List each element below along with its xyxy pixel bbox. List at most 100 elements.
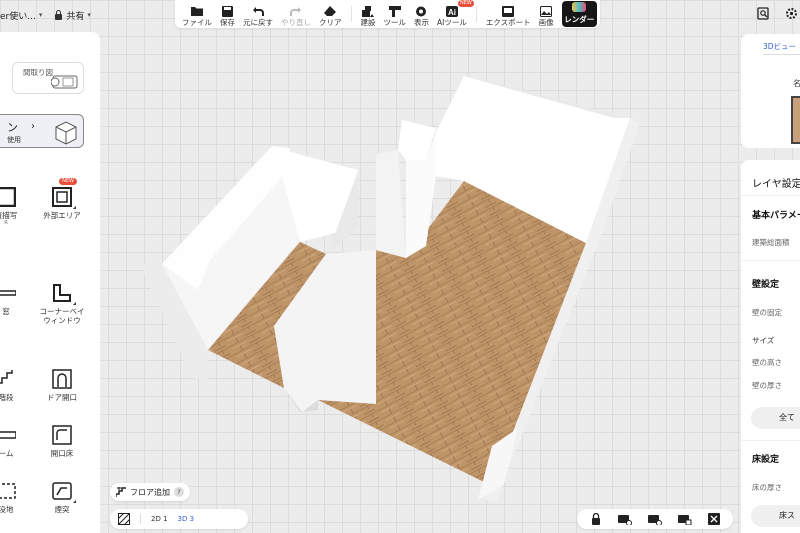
floor-opening-label: 開口床 — [50, 449, 74, 458]
undo-icon — [252, 5, 264, 17]
new-badge: NEW — [59, 178, 77, 185]
ai-tool-button[interactable]: NEW Ai AIツール — [433, 0, 474, 27]
image-button[interactable]: 画像 — [535, 1, 558, 27]
fullscreen-icon[interactable] — [707, 512, 721, 526]
stairs-icon — [0, 368, 17, 390]
camera-icon — [572, 2, 587, 12]
stairs-label: 階段 — [0, 393, 14, 402]
floor-opening-tool[interactable]: 開口床 — [34, 424, 90, 458]
export-button[interactable]: エクスポート — [482, 1, 535, 27]
sunken-icon — [0, 480, 17, 502]
svg-text:Ai: Ai — [448, 8, 456, 17]
render-button[interactable]: レンダー — [561, 1, 597, 27]
camera-tools — [577, 509, 733, 529]
add-floor-icon — [116, 487, 126, 497]
trace-label: 置描写 — [0, 211, 18, 220]
layer-settings-title: レイヤ設定 — [752, 179, 800, 190]
lock-icon — [55, 10, 63, 20]
undo-label: 元に戻す — [243, 18, 273, 27]
wall-fix-label: 壁の固定 — [752, 308, 782, 317]
view-2d-button[interactable]: 2D 1 — [151, 515, 168, 523]
plan-card-subtitle: 使用 — [7, 136, 21, 144]
undo-button[interactable]: 元に戻す — [239, 1, 277, 27]
view-label: 表示 — [413, 18, 429, 27]
corner-bay-window-label: コーナーベイ ウィンドウ — [39, 307, 85, 325]
toolbar-divider — [475, 6, 477, 22]
tab-3d-view[interactable]: 3Dビュー — [763, 41, 796, 52]
view-3d-button[interactable]: 3D 3 — [178, 515, 195, 523]
tab-underline — [763, 54, 800, 55]
3d-viewport[interactable] — [100, 28, 740, 508]
eraser-icon — [324, 5, 337, 17]
sunken-tool[interactable]: 没地 — [0, 480, 34, 514]
outdoor-area-icon: NEW — [51, 178, 77, 209]
share-button[interactable]: 共有 ▾ — [54, 9, 91, 22]
build-button[interactable]: 建設 — [356, 1, 379, 27]
export-icon — [502, 5, 515, 17]
image-label: 画像 — [538, 18, 554, 27]
help-icon[interactable]: ? — [174, 487, 184, 497]
floor-opening-icon — [51, 424, 73, 446]
window-tool[interactable]: 窓 — [0, 282, 34, 316]
floorplan-card[interactable]: 間取り図 — [12, 62, 84, 94]
corner-bay-window-tool[interactable]: コーナーベイ ウィンドウ — [34, 282, 90, 325]
clear-button[interactable]: クリア — [315, 1, 346, 27]
stairs-tool[interactable]: 階段 — [0, 368, 34, 402]
camera-orbit-icon[interactable] — [618, 512, 633, 526]
apply-all-walls-button[interactable]: 全て — [751, 407, 800, 429]
floorplan-scroll-icon — [51, 75, 78, 89]
top-right-tools — [756, 6, 800, 20]
image-icon — [540, 5, 553, 17]
room-3d-icon — [55, 121, 77, 145]
preview-panel: 3Dビュー 名 — [741, 34, 800, 148]
ai-tool-label: AIツール — [436, 18, 467, 27]
layer-settings-panel: レイヤ設定 基本パラメー 建築総面積 壁設定 壁の固定 サイズ 壁の高さ 壁の厚… — [741, 160, 800, 533]
left-tool-panel: 間取り図 ン › 使用 置描写 R NEW 外部エリア 窓 コーナーベイ ウィン… — [0, 32, 100, 533]
trace-tool[interactable]: 置描写 R — [0, 186, 34, 226]
preview-thumbnail[interactable] — [791, 96, 800, 144]
build-icon — [361, 5, 374, 17]
floor-settings-heading: 床設定 — [752, 455, 780, 465]
render-label: レンダー — [564, 15, 595, 24]
tool-label: ツール — [383, 18, 406, 27]
preview-name-label: 名 — [793, 79, 800, 88]
project-name: er使い... — [0, 11, 36, 22]
building-area-label: 建築総面積 — [752, 238, 790, 247]
share-label: 共有 — [66, 11, 85, 22]
redo-button[interactable]: やり直し — [277, 1, 315, 27]
view-button[interactable]: 表示 — [410, 1, 433, 27]
floor-style-button[interactable]: 床ス — [751, 505, 800, 527]
camera-view-icon[interactable] — [677, 512, 692, 526]
chevron-down-icon: ▾ — [38, 11, 43, 19]
outdoor-area-tool[interactable]: NEW 外部エリア — [34, 178, 90, 220]
divider — [741, 195, 800, 196]
trace-shortcut: R — [4, 220, 8, 226]
camera-settings-icon[interactable] — [647, 512, 662, 526]
plan-card[interactable]: ン › 使用 — [0, 114, 84, 148]
redo-label: やり直し — [281, 18, 311, 27]
size-label: サイズ — [752, 336, 775, 345]
folder-icon — [191, 5, 203, 17]
project-name-dropdown[interactable]: er使い... ▾ — [0, 9, 42, 22]
beam-tool[interactable]: ーム — [0, 424, 34, 458]
beam-label: ーム — [0, 449, 14, 458]
lock-icon[interactable] — [589, 512, 603, 526]
save-button[interactable]: 保存 — [216, 1, 239, 27]
hatch-icon[interactable] — [118, 513, 130, 525]
save-label: 保存 — [220, 18, 235, 27]
file-button[interactable]: ファイル — [178, 1, 216, 27]
toolbar-divider — [350, 6, 352, 22]
chevron-right-icon: › — [31, 121, 35, 132]
save-icon — [222, 5, 234, 17]
gear-icon[interactable] — [784, 6, 798, 20]
outdoor-area-label: 外部エリア — [43, 211, 81, 220]
door-opening-tool[interactable]: ドア開口 — [34, 368, 90, 402]
chimney-tool[interactable]: 煙突 — [34, 480, 90, 514]
corner-indicator — [73, 206, 76, 209]
corner-indicator — [73, 302, 76, 305]
corner-indicator — [73, 500, 76, 503]
document-search-icon[interactable] — [756, 6, 770, 20]
tool-button[interactable]: ツール — [379, 1, 410, 27]
add-floor-label: フロア追加 — [130, 487, 170, 497]
add-floor-button[interactable]: フロア追加 ? — [110, 483, 190, 501]
